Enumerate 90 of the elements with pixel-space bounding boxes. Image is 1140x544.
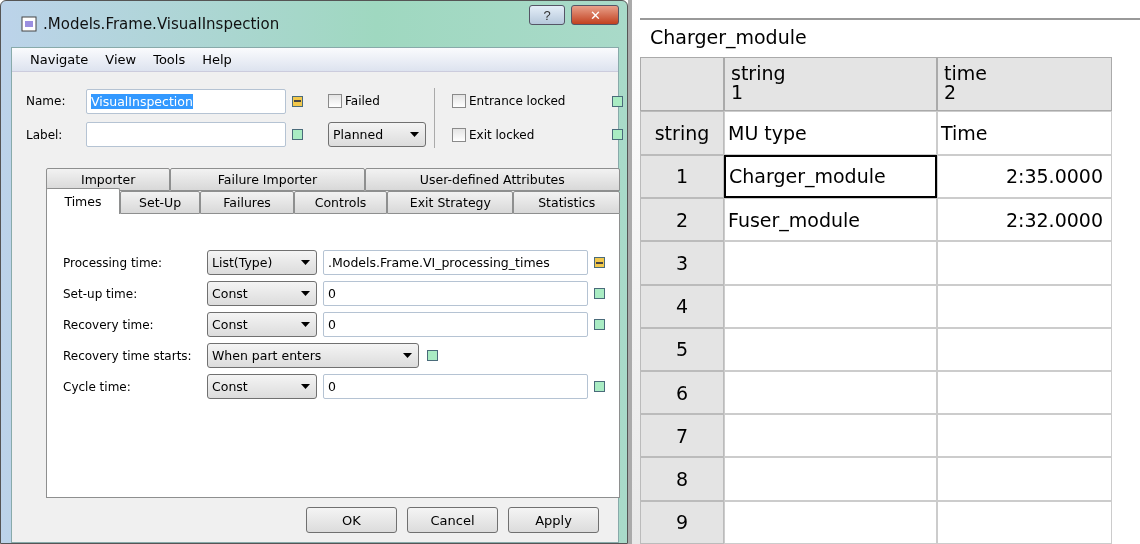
- help-button[interactable]: ?: [529, 5, 565, 25]
- label-field[interactable]: [86, 122, 286, 148]
- table-cell[interactable]: [937, 371, 1112, 415]
- dropdown[interactable]: Planned: [328, 122, 426, 148]
- column-header[interactable]: string 1: [724, 56, 937, 111]
- table-cell[interactable]: [937, 457, 1112, 501]
- status-indicator[interactable]: [594, 319, 605, 330]
- table-cell[interactable]: [724, 327, 937, 371]
- tab[interactable]: Controls: [293, 191, 388, 214]
- row-header[interactable]: 2: [640, 198, 724, 242]
- table-cell[interactable]: [724, 500, 937, 544]
- menu-item[interactable]: Help: [194, 48, 241, 71]
- row-header[interactable]: 3: [640, 241, 724, 285]
- field-label: Recovery time:: [63, 317, 155, 332]
- table-cell[interactable]: [724, 414, 937, 458]
- table-cell[interactable]: Charger_module: [724, 154, 937, 199]
- tab[interactable]: User-defined Attributes: [364, 168, 620, 191]
- dialog-button[interactable]: Apply: [508, 507, 599, 533]
- row-header[interactable]: 7: [640, 414, 724, 458]
- checkbox[interactable]: [452, 127, 466, 142]
- table-cell[interactable]: [724, 457, 937, 501]
- caret-icon: [301, 291, 310, 296]
- caret-icon: [301, 384, 310, 389]
- checkbox-label: Failed: [345, 94, 380, 109]
- table-cell: Time: [937, 110, 1112, 155]
- status-indicator[interactable]: [594, 381, 605, 392]
- checkbox[interactable]: [328, 94, 342, 109]
- table-cell[interactable]: 2:32.0000: [937, 198, 1112, 242]
- status-indicator[interactable]: [594, 288, 605, 299]
- row-header[interactable]: 8: [640, 457, 724, 501]
- tab[interactable]: Statistics: [513, 191, 620, 214]
- field-label: Processing time:: [63, 255, 164, 270]
- table-cell[interactable]: [724, 284, 937, 328]
- status-indicator[interactable]: [612, 95, 623, 107]
- dialog-button[interactable]: Cancel: [407, 507, 498, 533]
- dropdown[interactable]: List(Type): [207, 250, 317, 275]
- column-header[interactable]: time 2: [937, 56, 1112, 111]
- table-cell[interactable]: [724, 371, 937, 415]
- checkbox[interactable]: [452, 94, 466, 109]
- table-cell[interactable]: [937, 414, 1112, 458]
- status-indicator[interactable]: [612, 129, 623, 141]
- value-field[interactable]: 0: [323, 374, 588, 399]
- window-icon: [21, 16, 37, 32]
- value-field[interactable]: .Models.Frame.VI_processing_times: [323, 250, 588, 275]
- caret-icon: [403, 353, 412, 358]
- tab[interactable]: Exit Strategy: [387, 191, 514, 214]
- row-header[interactable]: 9: [640, 500, 724, 544]
- row-header[interactable]: 4: [640, 284, 724, 328]
- field-label: Label:: [26, 127, 64, 142]
- table-cell[interactable]: [937, 327, 1112, 371]
- tab[interactable]: Set-Up: [119, 191, 201, 214]
- status-indicator[interactable]: [427, 350, 438, 361]
- status-indicator[interactable]: [594, 257, 605, 268]
- value-field[interactable]: 0: [323, 312, 588, 337]
- field-label: Set-up time:: [63, 286, 139, 301]
- value-field[interactable]: 0: [323, 281, 588, 306]
- table-cell[interactable]: [937, 241, 1112, 285]
- caret-icon: [301, 260, 310, 265]
- tab[interactable]: Failures: [200, 191, 294, 214]
- table-cell[interactable]: 2:35.0000: [937, 154, 1112, 199]
- menu-item[interactable]: View: [97, 48, 146, 71]
- status-indicator[interactable]: [292, 129, 303, 141]
- dropdown[interactable]: When part enters: [207, 343, 419, 368]
- field-label: Recovery time starts:: [63, 348, 193, 363]
- checkbox-label: Entrance locked: [469, 94, 566, 109]
- field-label: Name:: [26, 94, 67, 109]
- row-header[interactable]: 5: [640, 327, 724, 371]
- dropdown[interactable]: Const: [207, 281, 317, 306]
- checkbox-label: Exit locked: [469, 127, 535, 142]
- table-cell[interactable]: [724, 241, 937, 285]
- window-title: .Models.Frame.VisualInspection: [43, 15, 281, 33]
- tab[interactable]: Times: [46, 188, 120, 214]
- field-label: Cycle time:: [63, 379, 132, 394]
- table-cell[interactable]: [937, 500, 1112, 544]
- table-cell: MU type: [724, 110, 937, 155]
- caret-icon: [410, 132, 419, 138]
- dropdown[interactable]: Const: [207, 374, 317, 399]
- dialog-button[interactable]: OK: [306, 507, 397, 533]
- row-header[interactable]: 6: [640, 371, 724, 415]
- tab[interactable]: Failure Importer: [170, 168, 365, 191]
- table-cell[interactable]: [937, 284, 1112, 328]
- dropdown[interactable]: Const: [207, 312, 317, 337]
- caret-icon: [301, 322, 310, 327]
- row-header[interactable]: 1: [640, 154, 724, 199]
- tab[interactable]: Importer: [46, 168, 171, 191]
- menu-item[interactable]: Navigate: [22, 48, 98, 71]
- menu-item[interactable]: Tools: [145, 48, 195, 71]
- status-indicator[interactable]: [292, 95, 303, 107]
- table-cell[interactable]: Fuser_module: [724, 198, 937, 242]
- row-header: string: [640, 110, 724, 155]
